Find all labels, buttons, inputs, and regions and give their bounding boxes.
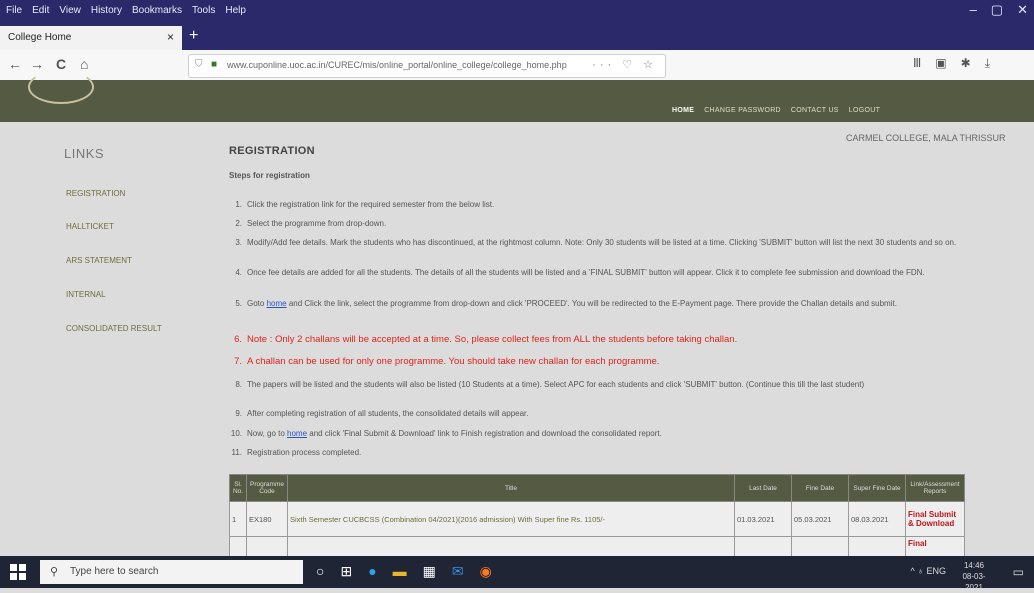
cell-sl: 1 [229,501,247,537]
site-nav: HOME CHANGE PASSWORD CONTACT US LOGOUT [672,107,880,114]
step-item: 10. Now, go to home and click 'Final Subm… [230,429,662,438]
col-link: Link/Assessment Reports [905,474,965,502]
site-header: HOME CHANGE PASSWORD CONTACT US LOGOUT [0,80,1034,122]
address-bar[interactable]: ⛉ ■ www.cuponline.uoc.ac.in/CUREC/mis/on… [188,54,666,78]
step-item: 2. Select the programme from drop-down. [235,219,387,228]
tab-bar: College Home × + [0,22,1034,50]
sidebar-link-internal[interactable]: INTERNAL [66,290,106,299]
home-icon[interactable]: ⌂ [80,56,88,72]
edge-icon[interactable]: ● [368,563,376,580]
firefox-icon[interactable]: ◉ [480,563,492,580]
library-icon[interactable]: Ⅲ [913,56,921,71]
menu-help[interactable]: Help [225,5,246,16]
sidebar-link-registration[interactable]: REGISTRATION [66,189,125,198]
notification-icon[interactable]: ▭ [1013,565,1024,579]
search-placeholder: Type here to search [70,566,159,577]
file-explorer-icon[interactable]: ▬ [393,563,407,580]
col-fine-date: Fine Date [791,474,849,502]
taskbar-apps: ○ ⊞ ● ▬ ▦ ✉ ◉ [316,563,492,580]
table-row: 1 EX180 Sixth Semester CUCBCSS (Combinat… [229,501,965,537]
step-item: 9. After completing registration of all s… [235,409,529,418]
menu-bar: File Edit View History Bookmarks Tools H… [6,5,246,16]
home-link[interactable]: home [267,299,287,308]
back-icon[interactable]: ← [8,56,22,72]
task-view-icon[interactable]: ⊞ [340,563,352,580]
university-logo [28,70,94,104]
step-item: 8. The papers will be listed and the stud… [235,380,865,389]
menu-bookmarks[interactable]: Bookmarks [132,5,182,16]
menu-file[interactable]: File [6,5,22,16]
nav-home-link[interactable]: HOME [672,107,694,114]
cell-title: Sixth Semester CUCBCSS (Combination 04/2… [287,501,735,537]
navigation-bar: ← → C ⌂ ⛉ ■ www.cuponline.uoc.ac.in/CURE… [0,50,1034,81]
cell-last-date: 01.03.2021 [734,501,792,537]
tab-close-icon[interactable]: × [167,30,174,44]
new-tab-icon[interactable]: + [189,27,198,45]
cell-super-fine-date: 08.03.2021 [848,501,906,537]
search-icon: ⚲ [50,566,59,578]
taskbar-search-input[interactable]: ⚲ Type here to search [40,560,303,584]
menu-tools[interactable]: Tools [192,5,215,16]
col-super-fine-date: Super Fine Date [848,474,906,502]
step-item: 4. Once fee details are added for all the… [235,268,925,277]
lock-icon: ■ [211,59,218,70]
step-item: 5. Goto home and Click the link, select t… [235,299,897,308]
final-submit-download-link[interactable]: Final Submit & Download [905,501,965,537]
menu-history[interactable]: History [91,5,122,16]
home-link[interactable]: home [287,429,307,438]
menu-view[interactable]: View [59,5,81,16]
cell-code: EX180 [246,501,288,537]
sidebar-link-hallticket[interactable]: HALLTICKET [66,222,114,231]
cortana-icon[interactable]: ○ [316,563,324,580]
sidebar-link-consolidated-result[interactable]: CONSOLIDATED RESULT [66,324,162,333]
nav-change-password-link[interactable]: CHANGE PASSWORD [704,107,781,114]
nav-contact-link[interactable]: CONTACT US [791,107,839,114]
step-item: 11. Registration process completed. [231,448,362,457]
page-title: REGISTRATION [229,145,315,157]
tab-college-home[interactable]: College Home × [0,26,182,50]
store-icon[interactable]: ▦ [423,563,436,580]
step-note-red: 7. A challan can be used for only one pro… [234,356,660,367]
sidebar-link-ars-statement[interactable]: ARS STATEMENT [66,256,132,265]
menu-edit[interactable]: Edit [32,5,49,16]
taskbar: ⚲ Type here to search ○ ⊞ ● ▬ ▦ ✉ ◉ ^ ♁ … [0,556,1034,592]
college-name: CARMEL COLLEGE, MALA THRISSUR [846,133,1006,143]
col-sl-no: Sl. No. [229,474,247,502]
step-item: 1. Click the registration link for the re… [235,200,495,209]
step-item: 3. Modify/Add fee details. Mark the stude… [235,238,957,247]
links-heading: LINKS [64,146,105,161]
maximize-icon[interactable]: ▢ [991,2,1003,18]
step-note-red: 6. Note : Only 2 challans will be accepte… [234,334,738,345]
steps-heading: Steps for registration [229,171,310,180]
col-last-date: Last Date [734,474,792,502]
col-programme-code: Programme Code [246,474,288,502]
tray-icons[interactable]: ^ ♁ ENG [911,566,946,576]
minimize-icon[interactable]: – [970,2,977,18]
table-header-row: Sl. No. Programme Code Title Last Date F… [229,474,965,502]
page-content: CARMEL COLLEGE, MALA THRISSUR LINKS REGI… [0,122,1034,572]
mail-icon[interactable]: ✉ [452,563,464,580]
windows-start-icon[interactable] [10,564,26,580]
download-icon[interactable]: ⤓ [985,56,990,71]
extension-icon[interactable]: ✱ [961,56,971,71]
page-actions-icon[interactable]: ··· ♡ ☆ [592,58,657,71]
window-titlebar: File Edit View History Bookmarks Tools H… [0,0,1034,22]
toolbar-icons: Ⅲ ▣ ✱ ⤓ [913,56,990,71]
sidebar-icon[interactable]: ▣ [935,56,946,71]
forward-icon[interactable]: → [30,56,44,72]
window-controls: – ▢ ✕ [970,2,1028,18]
nav-logout-link[interactable]: LOGOUT [849,107,880,114]
cell-fine-date: 05.03.2021 [791,501,849,537]
col-title: Title [287,474,735,502]
close-window-icon[interactable]: ✕ [1017,2,1028,18]
clock[interactable]: 14:46 08-03-2021 [954,560,994,593]
url-text[interactable]: www.cuponline.uoc.ac.in/CUREC/mis/online… [227,60,567,70]
tab-title: College Home [8,32,72,43]
shield-icon: ⛉ [195,59,203,70]
